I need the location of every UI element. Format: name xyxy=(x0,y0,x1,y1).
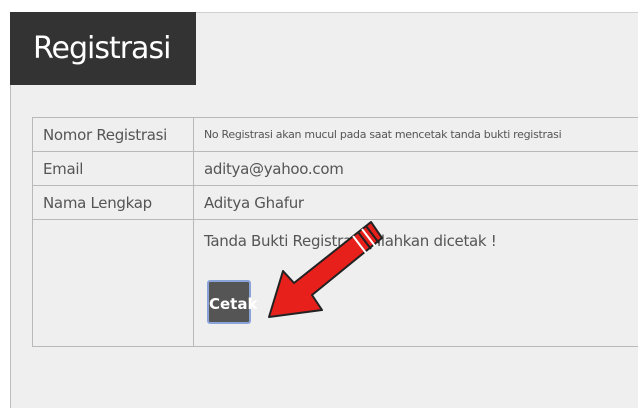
print-notice: Tanda Bukti Registrasi Silahkan dicetak … xyxy=(204,232,497,250)
table-row: Tanda Bukti Registrasi Silahkan dicetak … xyxy=(32,219,638,347)
registration-table: Nomor Registrasi No Registrasi akan mucu… xyxy=(32,117,638,347)
row-value-full-name: Aditya Ghafur xyxy=(193,185,638,220)
table-row: Email aditya@yahoo.com xyxy=(32,151,638,186)
row-value-email: aditya@yahoo.com xyxy=(193,151,638,186)
action-cell: Tanda Bukti Registrasi Silahkan dicetak … xyxy=(193,219,638,347)
table-row: Nama Lengkap Aditya Ghafur xyxy=(32,185,638,220)
page-title: Registrasi xyxy=(10,12,196,85)
row-label-email: Email xyxy=(32,151,194,186)
print-button[interactable]: Cetak xyxy=(207,280,257,324)
row-label-full-name: Nama Lengkap xyxy=(32,185,194,220)
row-label-registration-number: Nomor Registrasi xyxy=(32,117,194,152)
table-row: Nomor Registrasi No Registrasi akan mucu… xyxy=(32,117,638,152)
empty-label-cell xyxy=(32,219,194,347)
page: Registrasi Nomor Registrasi No Registras… xyxy=(0,0,638,408)
row-value-registration-number: No Registrasi akan mucul pada saat mence… xyxy=(193,117,638,152)
